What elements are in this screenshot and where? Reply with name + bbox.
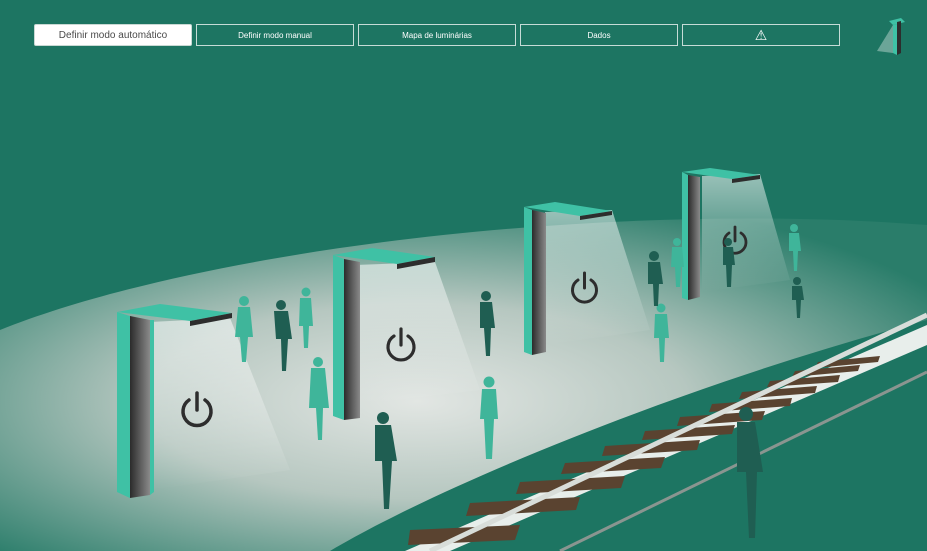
set-manual-mode-button[interactable]: Definir modo manual: [196, 24, 354, 46]
platform-scene: [0, 168, 927, 551]
street-lamp-logo-icon: [877, 18, 905, 55]
set-auto-mode-button[interactable]: Definir modo automático: [34, 24, 192, 46]
warning-icon: ⚠: [754, 27, 768, 43]
luminaire-map-button[interactable]: Mapa de luminárias: [358, 24, 516, 46]
alerts-button[interactable]: ⚠: [682, 24, 840, 46]
data-button[interactable]: Dados: [520, 24, 678, 46]
top-nav: Definir modo automático Definir modo man…: [34, 24, 840, 46]
